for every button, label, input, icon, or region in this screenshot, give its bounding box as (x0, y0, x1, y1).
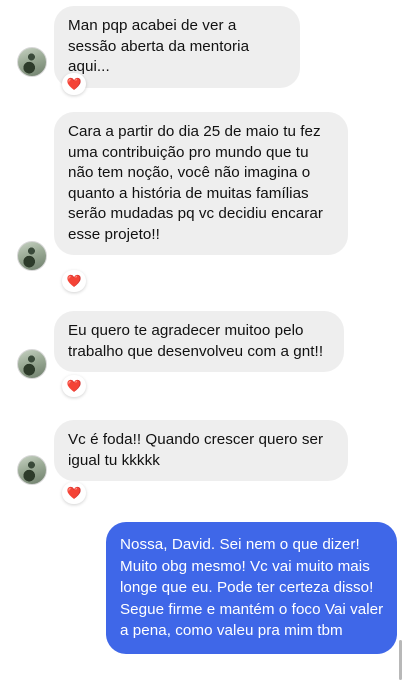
message-text: Man pqp acabei de ver a sessão aberta da… (68, 17, 250, 75)
heart-reaction-icon[interactable]: ❤️ (62, 73, 86, 95)
incoming-message-bubble[interactable]: Eu quero te agradecer muitoo pelo trabal… (54, 311, 344, 372)
heart-reaction-icon[interactable]: ❤️ (62, 270, 86, 292)
avatar[interactable] (17, 241, 47, 271)
heart-reaction-icon[interactable]: ❤️ (62, 375, 86, 397)
message-text: Vc é foda!! Quando crescer quero ser igu… (68, 431, 324, 469)
incoming-message-bubble[interactable]: Vc é foda!! Quando crescer quero ser igu… (54, 420, 348, 481)
incoming-message-bubble[interactable]: Man pqp acabei de ver a sessão aberta da… (54, 6, 300, 88)
heart-reaction-icon[interactable]: ❤️ (62, 482, 86, 504)
avatar[interactable] (17, 47, 47, 77)
chat-thread: Man pqp acabei de ver a sessão aberta da… (0, 0, 406, 689)
message-text: Eu quero te agradecer muitoo pelo trabal… (68, 322, 324, 360)
scrollbar[interactable] (399, 640, 402, 680)
avatar[interactable] (17, 349, 47, 379)
incoming-message-bubble[interactable]: Cara a partir do dia 25 de maio tu fez u… (54, 112, 348, 255)
message-text: Nossa, David. Sei nem o que dizer! Muito… (120, 536, 384, 639)
outgoing-message-bubble[interactable]: Nossa, David. Sei nem o que dizer! Muito… (106, 522, 397, 654)
avatar[interactable] (17, 455, 47, 485)
message-text: Cara a partir do dia 25 de maio tu fez u… (68, 123, 324, 243)
